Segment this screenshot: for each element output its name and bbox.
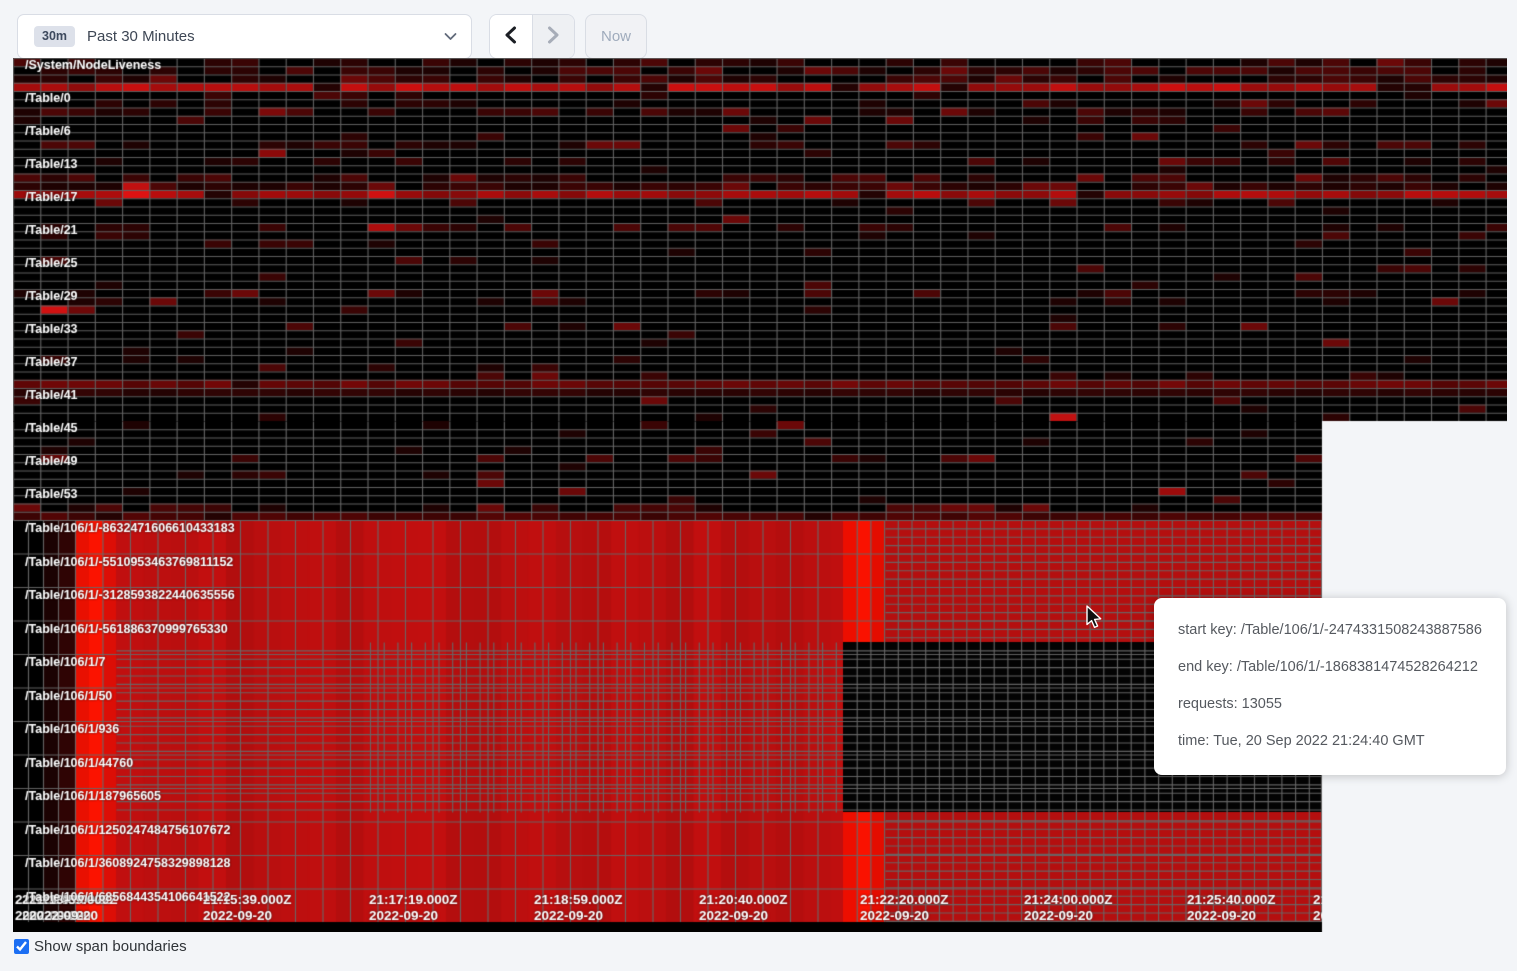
tooltip-start-key: start key: /Table/106/1/-247433150824388… [1178,619,1498,642]
time-range-dropdown[interactable]: 30m Past 30 Minutes [17,14,472,59]
key-visualizer-heatmap[interactable] [13,58,1507,932]
time-range-label: Past 30 Minutes [87,28,195,45]
time-range-badge: 30m [34,26,75,47]
show-span-boundaries-row: Show span boundaries [14,938,187,955]
heatmap-tooltip: start key: /Table/106/1/-247433150824388… [1154,598,1506,775]
now-button[interactable]: Now [585,14,647,59]
tooltip-time: time: Tue, 20 Sep 2022 21:24:40 GMT [1178,730,1498,753]
show-span-boundaries-checkbox[interactable] [14,939,29,954]
show-span-boundaries-label: Show span boundaries [34,938,187,955]
time-forward-button[interactable] [533,15,575,58]
key-visualizer [13,58,1507,932]
key-visualizer-page: { "toolbar": { "time_badge": "30m", "tim… [0,0,1517,971]
chevron-down-icon [444,28,457,46]
tooltip-end-key: end key: /Table/106/1/-18683814745282642… [1178,656,1498,679]
chevron-left-icon [504,26,517,47]
time-step-buttons [489,14,575,59]
chevron-right-icon [547,26,560,47]
time-back-button[interactable] [490,15,532,58]
tooltip-requests: requests: 13055 [1178,693,1498,716]
